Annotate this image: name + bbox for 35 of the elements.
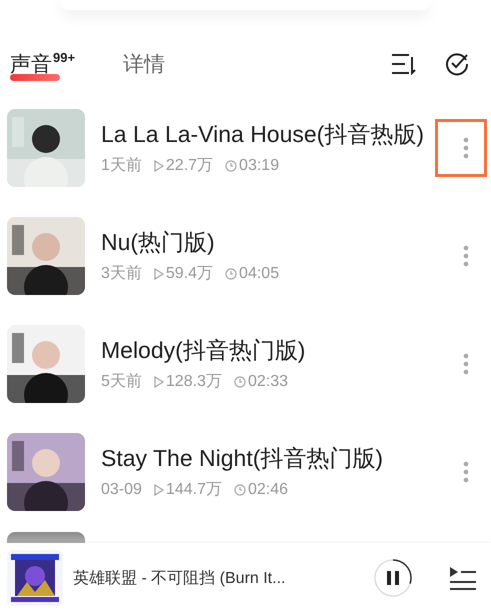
track-title: Melody(抖音热门版)	[101, 336, 306, 365]
play-count: 128.3万	[166, 372, 222, 392]
more-icon	[463, 137, 469, 159]
track-title: La La La-Vina House(抖音热版)	[101, 120, 425, 149]
play-count-icon	[154, 484, 164, 496]
clock-icon	[234, 484, 246, 496]
tab[interactable]: 详情	[123, 50, 166, 78]
more-icon	[463, 245, 469, 267]
clock-icon	[225, 160, 238, 172]
duration-text: 03:19	[239, 156, 280, 175]
play-count: 59.4万	[166, 264, 214, 284]
play-count: 22.7万	[166, 156, 214, 176]
duration-text: 02:33	[248, 372, 288, 391]
pause-button[interactable]	[373, 558, 413, 598]
check-circle-icon[interactable]	[445, 52, 469, 76]
count-label: 99+	[53, 50, 76, 65]
track-title: Nu(热门版)	[101, 228, 216, 257]
date-text: 03-09	[101, 480, 142, 499]
play-count-icon	[154, 160, 164, 172]
play-count-icon	[154, 268, 164, 280]
track-title: Stay The Night(抖音热门版)	[101, 444, 384, 473]
more-icon	[463, 353, 469, 375]
more-icon	[463, 461, 469, 483]
play-count-icon	[154, 376, 164, 388]
date-text: 3天前	[101, 264, 142, 284]
now-playing-title: 英雄联盟 - 不可阻挡 (Burn It...	[73, 568, 286, 588]
clock-icon	[225, 268, 238, 280]
clock-icon	[234, 376, 246, 388]
sort-icon[interactable]	[391, 53, 417, 75]
duration-text: 04:05	[239, 264, 280, 283]
playlist-button[interactable]	[449, 566, 477, 590]
date-text: 1天前	[101, 156, 142, 176]
play-count: 144.7万	[166, 480, 222, 500]
duration-text: 02:46	[248, 480, 288, 499]
date-text: 5天前	[101, 372, 142, 392]
